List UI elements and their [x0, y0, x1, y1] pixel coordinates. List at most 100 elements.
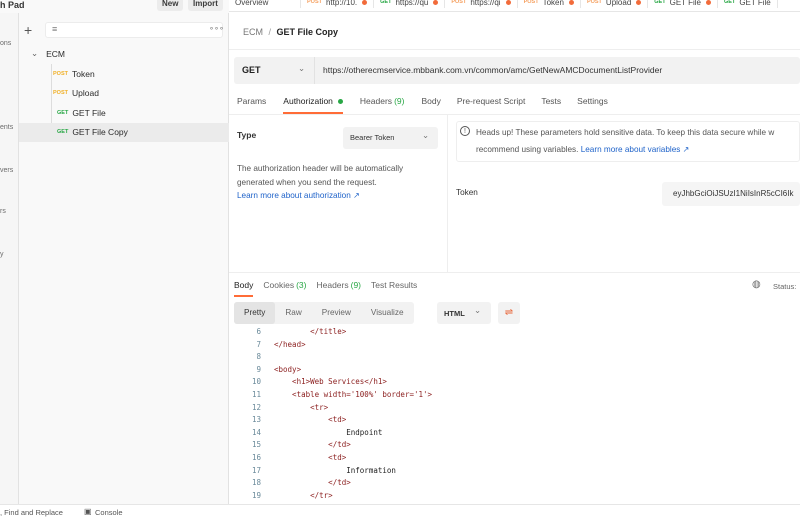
format-value: HTML — [444, 309, 465, 318]
top-bar: h Pad New Import — [0, 0, 229, 13]
open-tab[interactable]: GET GET File — [648, 0, 719, 8]
tab-label: https://qu — [395, 0, 429, 7]
code-line: Endpoint — [274, 427, 383, 437]
open-tab[interactable]: POST https://qi — [445, 0, 518, 8]
divider — [229, 114, 800, 115]
tab-label: Pre-request Script — [456, 96, 526, 106]
request-section-tabs: Params Authorization Headers (9) Body Pre-req… — [237, 96, 608, 114]
request-tab-tests[interactable]: Tests — [541, 96, 561, 114]
method-value: GET — [242, 65, 261, 75]
line-number: 19 — [251, 490, 261, 500]
divider — [447, 114, 448, 272]
new-button[interactable]: New — [157, 0, 184, 11]
add-icon[interactable]: + — [24, 22, 32, 38]
breadcrumb-parent[interactable]: ECM — [243, 27, 263, 37]
open-tab[interactable]: GET https://qu — [374, 0, 446, 8]
request-tab-headers[interactable]: Headers (9) — [360, 96, 405, 114]
tab-label: https://qi — [470, 0, 501, 7]
view-mode-group: Pretty Raw Preview Visualize — [234, 302, 414, 324]
more-icon[interactable]: ∘∘∘ — [209, 24, 224, 33]
method-badge: GET — [380, 0, 392, 5]
notice-text-2: recommend using variables. — [476, 145, 579, 154]
response-tab-body[interactable]: Body — [234, 280, 254, 297]
code-line: </td> — [274, 440, 351, 450]
sidebar-request-item[interactable]: POST Upload — [19, 84, 229, 103]
code-line: </tr> — [274, 490, 333, 500]
request-tab-body[interactable]: Body — [421, 96, 440, 114]
tab-label: Upload — [605, 0, 632, 7]
rail-item[interactable]: rs — [0, 208, 6, 215]
response-tabs: Body Cookies (3) Headers (9) Test Results — [234, 280, 427, 297]
method-badge: GET — [724, 0, 736, 5]
notice-text: Heads up! These parameters hold sensitiv… — [476, 128, 775, 137]
sidebar-request-item[interactable]: POST Token — [19, 64, 229, 83]
rail-item[interactable]: vers — [0, 167, 13, 174]
response-tab-cookies[interactable]: Cookies (3) — [263, 280, 306, 297]
code-line: <td> — [274, 453, 347, 462]
tab-label: http://10. — [325, 0, 358, 7]
method-badge: POST — [523, 0, 539, 5]
open-tab[interactable]: Overview — [229, 0, 301, 8]
filter-input[interactable]: ≡ — [45, 22, 223, 38]
method-badge: POST — [586, 0, 602, 5]
method-badge: POST — [451, 0, 467, 5]
view-preview[interactable]: Preview — [312, 302, 361, 324]
auth-type-select[interactable]: Bearer Token ⌄ — [343, 127, 438, 149]
auth-type-label: Type — [237, 130, 257, 140]
response-body-code[interactable]: 6 </title> 7 </head> 8 9 <body> 10 <h1>Web Ser… — [229, 325, 800, 504]
unsaved-dot-icon — [433, 0, 439, 5]
code-line: Information — [274, 465, 396, 475]
sidebar-request-item[interactable]: GET GET File Copy — [19, 122, 229, 142]
line-number: 15 — [251, 440, 261, 450]
view-raw[interactable]: Raw — [275, 302, 311, 324]
active-dot-icon — [337, 99, 343, 104]
learn-auth-link[interactable]: Learn more about authorization ↗ — [237, 190, 360, 200]
request-tab-params[interactable]: Params — [237, 96, 266, 114]
console-button[interactable]: Console — [95, 508, 123, 517]
open-tab[interactable]: POST http://10. — [301, 0, 375, 8]
code-line: <h1>Web Services</h1> — [274, 377, 387, 387]
sidebar: + ≡ ∘∘∘ ⌄ ECM POST Token POST Upload GET GET … — [19, 0, 229, 505]
wrap-lines-icon[interactable]: ⇌ — [498, 302, 520, 324]
sidebar-request-item[interactable]: GET GET File — [19, 103, 229, 122]
unsaved-dot-icon — [568, 0, 574, 5]
url-input[interactable]: https://otherecmservice.mbbank.com.vn/co… — [323, 65, 662, 75]
unsaved-dot-icon — [362, 0, 368, 5]
code-line: <table width='100%' border='1'> — [274, 390, 433, 399]
method-badge: POST — [307, 0, 322, 5]
chevron-down-icon: ⌄ — [31, 48, 39, 58]
find-replace-button[interactable]: , Find and Replace — [0, 508, 63, 517]
view-pretty[interactable]: Pretty — [234, 302, 276, 324]
code-line: </head> — [274, 339, 306, 349]
open-tab[interactable]: POST Token — [518, 0, 581, 8]
open-tab[interactable]: POST Upload — [581, 0, 649, 8]
learn-variables-link[interactable]: Learn more about variables ↗ — [581, 145, 690, 154]
request-tab-pre-request-script[interactable]: Pre-request Script — [457, 96, 526, 114]
code-line: </title> — [274, 327, 347, 336]
response-tab-test-results[interactable]: Test Results — [371, 280, 417, 297]
code-line: <td> — [274, 415, 347, 425]
open-tab[interactable]: GET GET File — [718, 0, 778, 8]
format-select[interactable]: HTML ⌄ — [437, 302, 491, 324]
rail-item[interactable]: y — [0, 251, 4, 258]
rail-item[interactable]: ents — [0, 124, 13, 131]
request-tab-settings[interactable]: Settings — [577, 96, 608, 114]
token-input[interactable]: eyJhbGciOiJSUzI1NiIsInR5cCI6Ik — [662, 182, 800, 206]
collection-ecm[interactable]: ⌄ ECM — [19, 44, 229, 63]
tab-label: Cookies — [263, 280, 295, 290]
method-badge: GET — [57, 109, 69, 116]
line-number: 18 — [251, 478, 261, 488]
method-badge: POST — [53, 70, 68, 77]
line-number: 7 — [256, 339, 261, 349]
method-select[interactable]: GET ⌄ — [234, 57, 315, 84]
import-button[interactable]: Import — [188, 0, 223, 11]
chevron-down-icon: ⌄ — [474, 305, 482, 315]
request-tab-authorization[interactable]: Authorization — [283, 96, 343, 114]
token-value: eyJhbGciOiJSUzI1NiIsInR5cCI6Ik — [673, 189, 794, 198]
unsaved-dot-icon — [706, 0, 712, 5]
response-tab-headers[interactable]: Headers (9) — [316, 280, 361, 297]
method-badge: POST — [53, 90, 68, 96]
rail-item[interactable]: ons — [0, 40, 11, 47]
globe-lock-icon[interactable]: ◍ — [752, 279, 761, 290]
view-visualize[interactable]: Visualize — [361, 302, 414, 324]
